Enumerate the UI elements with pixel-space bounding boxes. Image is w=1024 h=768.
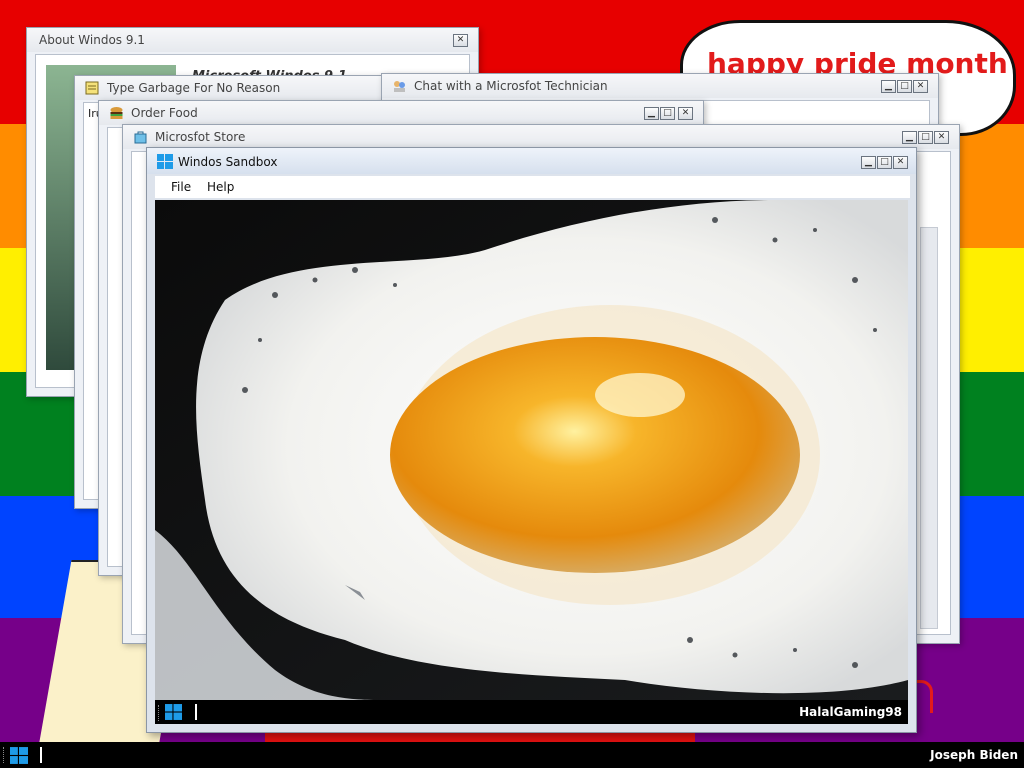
maximize-icon[interactable]: □: [877, 156, 892, 169]
notepad-icon: [85, 81, 99, 95]
order-food-title: Order Food: [131, 106, 198, 120]
sandbox-taskbar: HalalGaming98: [155, 700, 908, 724]
sandbox-window[interactable]: Windos Sandbox ▁ □ ✕ File Help HalalGami…: [146, 147, 917, 733]
burger-icon: [110, 107, 123, 119]
taskbar-caret: [40, 747, 42, 763]
close-icon[interactable]: ✕: [453, 34, 468, 47]
close-icon[interactable]: ✕: [913, 80, 928, 93]
close-icon[interactable]: ✕: [678, 107, 693, 120]
minimize-icon[interactable]: ▁: [644, 107, 659, 120]
chat-titlebar[interactable]: Chat with a Microsfot Technician ▁ □ ✕: [382, 74, 938, 98]
minimize-icon[interactable]: ▁: [881, 80, 896, 93]
about-titlebar[interactable]: About Windos 9.1 ✕: [27, 28, 478, 52]
sandbox-username: HalalGaming98: [799, 705, 902, 719]
minimize-icon[interactable]: ▁: [861, 156, 876, 169]
type-garbage-title: Type Garbage For No Reason: [107, 81, 281, 95]
sandbox-menubar: File Help: [155, 176, 910, 198]
store-scrollbar[interactable]: [920, 227, 938, 629]
about-title: About Windos 9.1: [39, 33, 145, 47]
sandbox-start-button[interactable]: [165, 704, 182, 720]
start-button[interactable]: [10, 747, 28, 764]
sandbox-taskbar-grip[interactable]: [158, 705, 162, 721]
maximize-icon[interactable]: □: [897, 80, 912, 93]
maximize-icon[interactable]: □: [918, 131, 933, 144]
store-title: Microsfot Store: [155, 130, 246, 144]
store-bag-icon: [134, 131, 147, 144]
store-titlebar[interactable]: Microsfot Store ▁ □ ✕: [123, 125, 959, 149]
sandbox-screen[interactable]: [155, 200, 908, 700]
maximize-icon[interactable]: □: [660, 107, 675, 120]
sandbox-title: Windos Sandbox: [178, 155, 278, 169]
taskbar-username: Joseph Biden: [930, 748, 1018, 762]
order-food-titlebar[interactable]: Order Food ▁ □ ✕: [99, 101, 703, 125]
close-icon[interactable]: ✕: [893, 156, 908, 169]
chat-title: Chat with a Microsfot Technician: [414, 79, 608, 93]
menu-help[interactable]: Help: [207, 180, 234, 194]
minimize-icon[interactable]: ▁: [902, 131, 917, 144]
menu-file[interactable]: File: [171, 180, 191, 194]
close-icon[interactable]: ✕: [934, 131, 949, 144]
fried-egg-wallpaper: [155, 200, 908, 700]
taskbar: Joseph Biden: [0, 742, 1024, 768]
chat-people-icon: [394, 81, 405, 92]
sandbox-taskbar-caret: [195, 704, 197, 720]
taskbar-grip[interactable]: [3, 747, 7, 763]
windows-logo-icon: [157, 154, 173, 169]
sandbox-titlebar[interactable]: Windos Sandbox ▁ □ ✕: [147, 148, 916, 174]
